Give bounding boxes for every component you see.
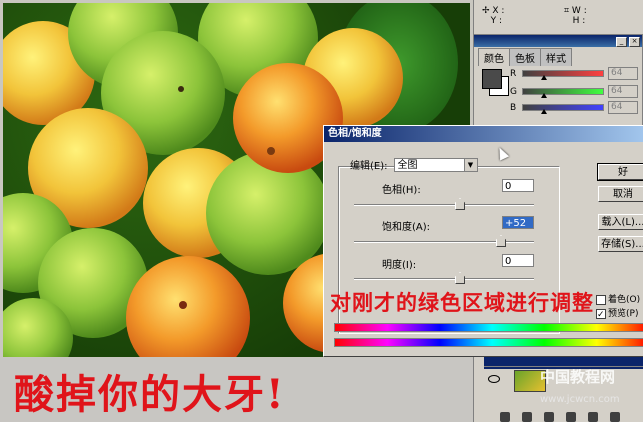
apricot-stem bbox=[178, 86, 184, 92]
effects-icon[interactable] bbox=[522, 412, 532, 422]
source-color-bar bbox=[334, 323, 643, 332]
palette-window-buttons: _ × bbox=[616, 37, 640, 47]
edit-label: 编辑(E): bbox=[350, 161, 388, 172]
watermark-url: www.jcwcn.com bbox=[540, 394, 620, 405]
channel-r-label: R bbox=[510, 68, 517, 79]
lightness-label: 明度(I): bbox=[382, 260, 417, 271]
colorize-label: 着色(O) bbox=[608, 295, 641, 305]
lightness-slider-track[interactable] bbox=[354, 278, 534, 280]
tab-styles[interactable]: 样式 bbox=[540, 48, 572, 66]
wh-label: ⌗ W : H : bbox=[564, 6, 587, 26]
save-button[interactable]: 存储(S)... bbox=[598, 236, 643, 252]
saturation-label: 饱和度(A): bbox=[382, 222, 431, 233]
watermark-text: 中国教程网 bbox=[540, 368, 616, 386]
channel-g-value[interactable]: 64 bbox=[608, 85, 638, 98]
eye-icon[interactable] bbox=[488, 375, 500, 383]
info-panel: ✢ X : Y : ⌗ W : H : bbox=[473, 0, 643, 34]
tab-swatches[interactable]: 色板 bbox=[509, 48, 541, 66]
channel-g-slider[interactable] bbox=[522, 88, 604, 98]
channel-b-label: B bbox=[510, 102, 517, 113]
instruction-overlay-text: 对刚才的绿色区域进行调整 bbox=[330, 290, 594, 315]
hue-input[interactable]: 0 bbox=[502, 179, 534, 192]
edit-row: 编辑(E): 全图 ▼ bbox=[350, 157, 478, 172]
edit-select-value: 全图 bbox=[397, 159, 418, 171]
mask-icon[interactable] bbox=[544, 412, 554, 422]
ok-button[interactable]: 好 bbox=[597, 163, 643, 181]
channel-b-slider[interactable] bbox=[522, 104, 604, 114]
channel-g-label: G bbox=[510, 86, 517, 97]
load-button[interactable]: 载入(L)... bbox=[598, 214, 643, 230]
close-icon[interactable]: × bbox=[629, 37, 640, 47]
trash-icon[interactable] bbox=[610, 412, 620, 422]
caption-text: 酸掉你的大牙! bbox=[14, 371, 286, 418]
screenshot-root: 酸掉你的大牙! ✢ X : Y : ⌗ W : H : _ × 颜色 色板 样式… bbox=[0, 0, 643, 422]
apricot bbox=[206, 151, 330, 275]
new-layer-icon[interactable] bbox=[588, 412, 598, 422]
channel-b-value[interactable]: 64 bbox=[608, 101, 638, 114]
colorize-checkbox[interactable]: 着色(O) bbox=[596, 292, 640, 305]
hue-label: 色相(H): bbox=[382, 185, 421, 196]
channel-r-row: R 64 bbox=[510, 67, 638, 80]
layers-toolbar bbox=[500, 412, 620, 422]
channel-g-row: G 64 bbox=[510, 85, 638, 98]
channel-r-thumb[interactable] bbox=[541, 75, 547, 80]
palette-tabs: 颜色 色板 样式 bbox=[478, 48, 572, 66]
minimize-icon[interactable]: _ bbox=[616, 37, 627, 47]
color-palette: _ × 颜色 色板 样式 R 64 G 64 B 64 bbox=[473, 34, 643, 128]
tab-color[interactable]: 颜色 bbox=[478, 48, 510, 66]
channel-r-value[interactable]: 64 bbox=[608, 67, 638, 80]
dialog-title[interactable]: 色相/饱和度 bbox=[324, 126, 643, 142]
channel-b-thumb[interactable] bbox=[541, 109, 547, 114]
folder-icon[interactable] bbox=[566, 412, 576, 422]
apricot-stem bbox=[267, 147, 275, 155]
foreground-color-swatch[interactable] bbox=[482, 69, 502, 89]
xy-label: ✢ X : Y : bbox=[482, 6, 505, 26]
saturation-slider-track[interactable] bbox=[354, 241, 534, 243]
channel-g-thumb[interactable] bbox=[541, 93, 547, 98]
hue-slider-track[interactable] bbox=[354, 204, 534, 206]
channel-b-row: B 64 bbox=[510, 101, 638, 114]
preview-checkbox[interactable]: ✓ 预览(P) bbox=[596, 306, 639, 320]
result-color-bar bbox=[334, 338, 643, 347]
saturation-input[interactable]: +52 bbox=[502, 216, 534, 229]
preview-label: 预览(P) bbox=[608, 309, 639, 319]
channel-r-slider[interactable] bbox=[522, 70, 604, 80]
link-icon[interactable] bbox=[500, 412, 510, 422]
lightness-input[interactable]: 0 bbox=[502, 254, 534, 267]
apricot-stem bbox=[179, 301, 187, 309]
checkbox-icon[interactable] bbox=[596, 294, 606, 305]
cancel-button[interactable]: 取消 bbox=[598, 186, 643, 202]
chevron-down-icon[interactable]: ▼ bbox=[463, 158, 477, 171]
checkbox-icon[interactable]: ✓ bbox=[596, 308, 606, 320]
edit-select[interactable]: 全图 ▼ bbox=[393, 157, 478, 172]
